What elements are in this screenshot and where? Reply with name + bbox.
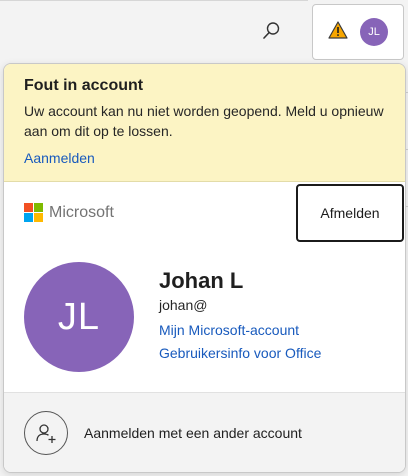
user-name: Johan L (159, 268, 244, 293)
add-person-icon (24, 411, 68, 455)
microsoft-account-link[interactable]: Mijn Microsoft-account (159, 322, 299, 338)
microsoft-logo-icon (24, 203, 43, 222)
error-message: Uw account kan nu niet worden geopend. M… (24, 103, 384, 139)
avatar-small: JL (360, 18, 388, 46)
error-title: Fout in account (24, 77, 144, 94)
account-button[interactable]: JL (312, 4, 404, 60)
warning-icon (328, 20, 348, 44)
account-popup: Fout in account Uw account kan nu niet w… (3, 63, 406, 473)
switch-account-button[interactable]: Aanmelden met een ander account (4, 392, 405, 472)
search-icon (261, 21, 281, 46)
toolbar-divider (0, 0, 308, 1)
switch-account-label: Aanmelden met een ander account (84, 425, 302, 441)
account-error-banner: Fout in account Uw account kan nu niet w… (4, 64, 405, 182)
signin-link[interactable]: Aanmelden (24, 150, 95, 166)
brand-name: Microsoft (49, 203, 114, 221)
avatar: JL (24, 262, 134, 372)
search-button[interactable] (254, 18, 288, 48)
user-email: johan@ (159, 297, 208, 313)
microsoft-logo: Microsoft (24, 203, 114, 222)
signout-button[interactable]: Afmelden (296, 184, 404, 242)
office-user-info-link[interactable]: Gebruikersinfo voor Office (159, 345, 321, 361)
